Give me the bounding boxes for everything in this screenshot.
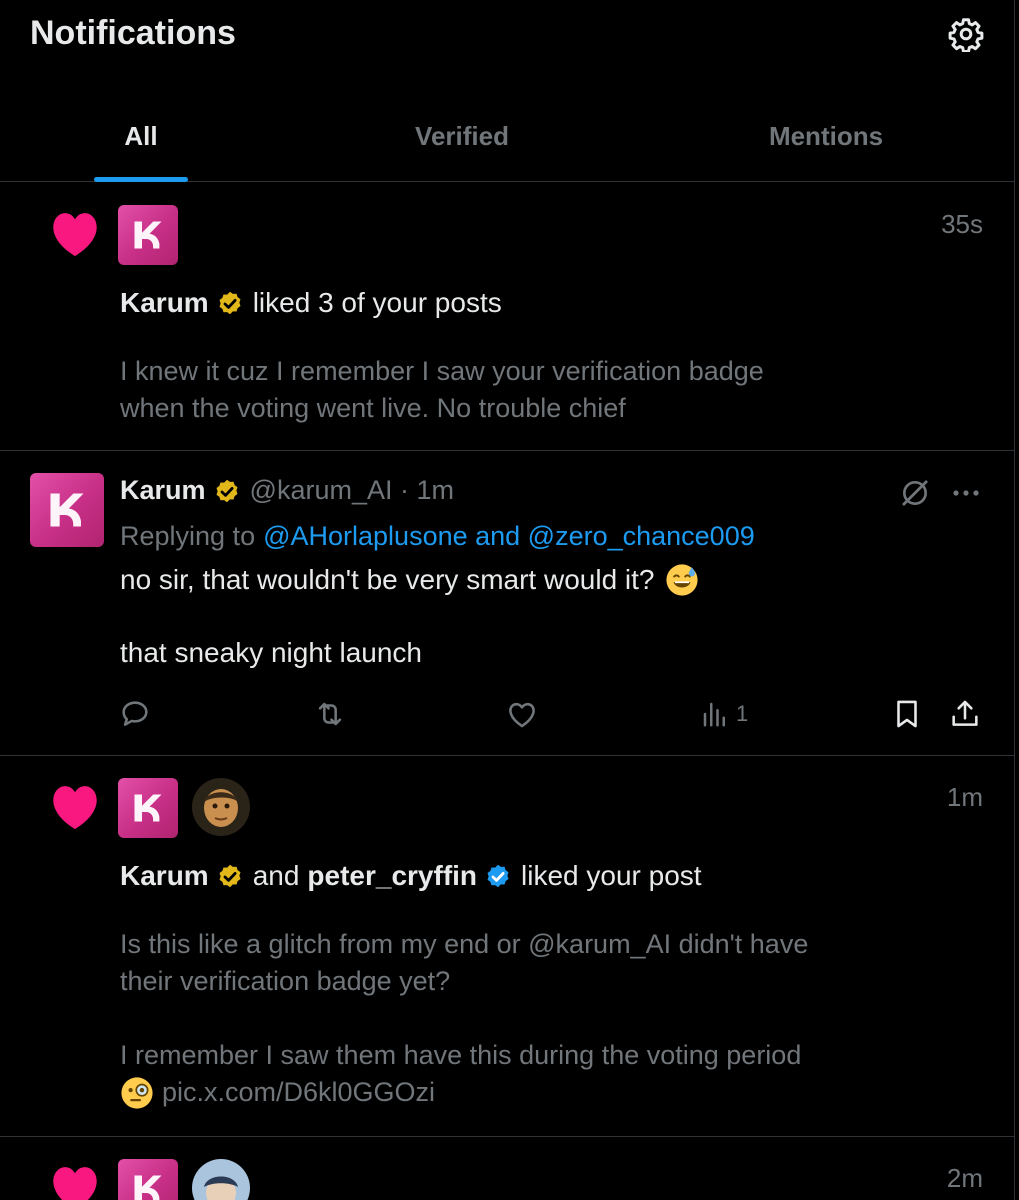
heart-icon xyxy=(53,213,97,257)
views-icon xyxy=(703,702,725,727)
bookmark-button[interactable] xyxy=(890,689,924,739)
snippet-line: I remember I saw them have this during t… xyxy=(120,1040,802,1070)
actor-name[interactable]: Karum xyxy=(120,287,209,319)
actor-name[interactable]: peter_cryffin xyxy=(307,860,477,892)
tab-mentions[interactable]: Mentions xyxy=(700,90,952,182)
verified-gold-badge-icon xyxy=(216,479,238,502)
heart-icon xyxy=(53,1167,97,1200)
like-button[interactable] xyxy=(505,689,539,739)
more-options-icon[interactable] xyxy=(946,473,986,513)
replying-to-handles[interactable]: @AHorlaplusone and @zero_chance009 xyxy=(263,521,755,552)
gear-icon[interactable] xyxy=(946,14,986,54)
active-tab-indicator xyxy=(94,177,188,182)
snippet-line-with-emoji: pic.x.com/D6kl0GGOzi xyxy=(120,1074,900,1111)
avatar[interactable] xyxy=(192,1159,250,1200)
page-title: Notifications xyxy=(30,14,236,52)
post-snippet: Is this like a glitch from my end or @ka… xyxy=(120,926,900,1111)
tab-verified[interactable]: Verified xyxy=(340,90,584,182)
like-outline-icon xyxy=(509,702,535,728)
notification-like-2[interactable]: 1m Karum and peter_cryffin liked your po… xyxy=(0,756,1015,1137)
verified-gold-badge-icon xyxy=(219,291,241,315)
bookmark-icon xyxy=(897,700,917,728)
timestamp: 35s xyxy=(941,209,983,239)
action-text: liked your post xyxy=(521,860,702,891)
share-button[interactable] xyxy=(948,689,982,739)
replying-prefix: Replying to xyxy=(120,521,256,551)
tab-all-label: All xyxy=(124,120,158,151)
verified-gold-badge-icon xyxy=(219,864,241,888)
views-count: 1 xyxy=(736,701,749,726)
post-header: Karum @karum_AI · 1m xyxy=(120,475,454,506)
author-handle[interactable]: @karum_AI · 1m xyxy=(250,475,454,506)
avatar[interactable] xyxy=(118,1159,178,1200)
tab-verified-label: Verified xyxy=(415,120,509,151)
post-snippet: I knew it cuz I remember I saw your veri… xyxy=(120,353,900,427)
notification-tabs: All Verified Mentions xyxy=(0,90,1015,182)
conjunction: and xyxy=(252,860,300,891)
heart-icon xyxy=(53,786,97,830)
snippet-line: I knew it cuz I remember I saw your veri… xyxy=(120,356,764,386)
author-name[interactable]: Karum xyxy=(120,475,206,506)
avatar[interactable] xyxy=(118,778,178,838)
tab-mentions-label: Mentions xyxy=(768,120,884,151)
reply-icon xyxy=(122,701,148,726)
post-text: no sir, that wouldn't be very smart woul… xyxy=(120,563,699,597)
karum-logo-icon xyxy=(134,1175,162,1200)
pic-link[interactable]: pic.x.com/D6kl0GGOzi xyxy=(162,1074,435,1111)
snippet-line: Is this like a glitch from my end or @ka… xyxy=(120,929,809,959)
page-header: Notifications xyxy=(0,0,1015,80)
actor-name[interactable]: Karum xyxy=(120,860,209,892)
share-icon xyxy=(952,700,978,726)
repost-icon xyxy=(318,702,342,726)
karum-logo-icon xyxy=(134,221,162,249)
timestamp: 2m xyxy=(946,1163,983,1193)
tab-all[interactable]: All xyxy=(60,90,222,182)
snippet-line: when the voting went live. No trouble ch… xyxy=(120,393,626,423)
action-text: liked 3 of your posts xyxy=(252,287,502,318)
grok-icon[interactable] xyxy=(895,473,935,513)
post-text-line-2: that sneaky night launch xyxy=(120,637,422,668)
avatar[interactable] xyxy=(30,473,104,547)
repost-button[interactable] xyxy=(312,689,348,739)
snippet-line: their verification badge yet? xyxy=(120,966,451,996)
notification-text: Karum and peter_cryffin liked your post xyxy=(120,860,702,892)
karum-logo-icon xyxy=(50,493,84,527)
peter-cryffin-avatar-icon xyxy=(192,778,250,836)
notification-like-3[interactable]: 2m xyxy=(0,1137,1015,1200)
avatar[interactable] xyxy=(118,205,178,265)
verified-blue-badge-icon xyxy=(487,864,509,888)
avatar[interactable] xyxy=(192,778,250,836)
sweat-smile-emoji-icon xyxy=(665,564,698,596)
reply-button[interactable] xyxy=(118,689,152,739)
user-avatar-icon xyxy=(192,1159,250,1200)
notification-reply[interactable]: Karum @karum_AI · 1m Replying to @AHorla… xyxy=(0,451,1015,756)
notification-like-1[interactable]: 35s Karum liked 3 of your posts I knew i… xyxy=(0,183,1015,451)
timestamp: 1m xyxy=(946,782,983,812)
replying-to: Replying to @AHorlaplusone and @zero_cha… xyxy=(120,521,755,552)
post-text-line: no sir, that wouldn't be very smart woul… xyxy=(120,564,655,595)
karum-logo-icon xyxy=(134,794,162,822)
notification-text: Karum liked 3 of your posts xyxy=(120,287,502,319)
monocle-face-emoji-icon xyxy=(121,1076,153,1109)
views-button[interactable]: 1 xyxy=(700,689,748,739)
